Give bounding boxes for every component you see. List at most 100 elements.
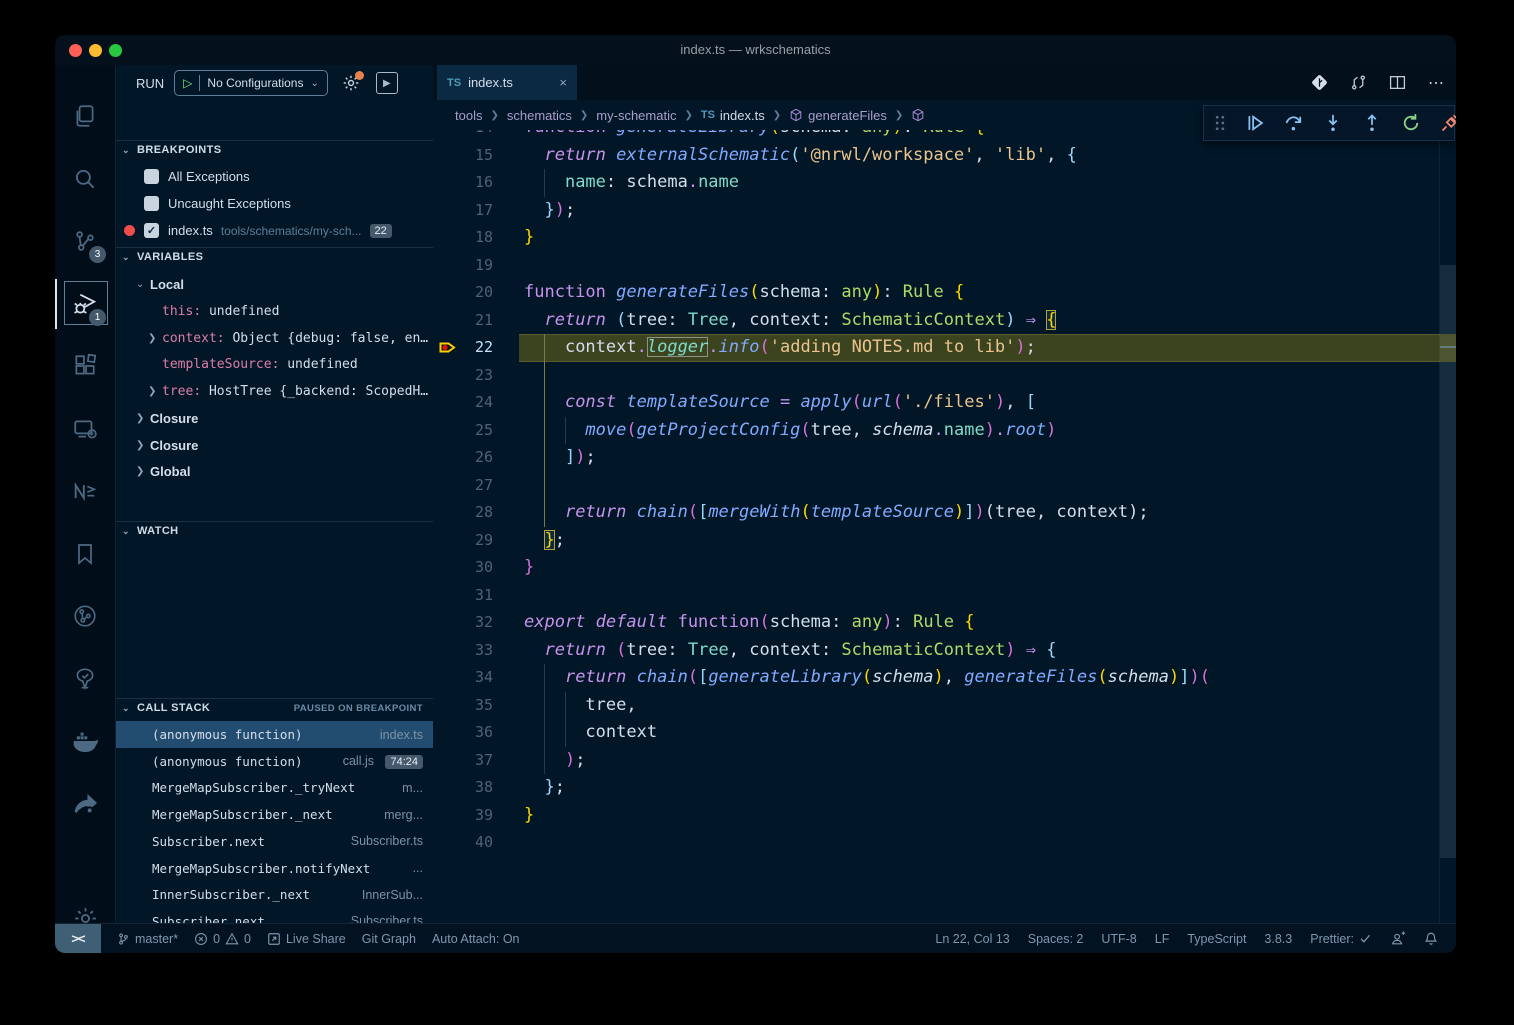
line-number[interactable]: 38 [433, 774, 493, 802]
code-line-22[interactable]: 22 context.logger.info('adding NOTES.md … [433, 334, 1456, 362]
activity-item-docker[interactable] [55, 713, 115, 769]
breadcrumb-item[interactable]: tools [455, 108, 482, 123]
code-line-20[interactable]: 20function generateFiles(schema: any): R… [433, 279, 1456, 307]
breakpoint-checkbox[interactable] [144, 196, 159, 211]
activity-item-git-graph[interactable] [55, 588, 115, 644]
drag-handle-icon[interactable] [1214, 115, 1226, 131]
status-item-0-0[interactable]: 00 [194, 932, 251, 946]
variable-tree[interactable]: ❯tree: HostTree {_backend: ScopedH… [116, 378, 433, 405]
line-number[interactable]: 24 [433, 389, 493, 417]
status-item-lf[interactable]: LF [1155, 932, 1170, 946]
editor-scrollbar[interactable] [1440, 130, 1456, 923]
code-line-30[interactable]: 30} [433, 554, 1456, 582]
code-line-40[interactable]: 40 [433, 829, 1456, 857]
line-number[interactable]: 31 [433, 582, 493, 610]
activity-item-extensions[interactable] [55, 338, 115, 394]
breakpoint-item[interactable]: ✓index.tstools/schematics/my-sch...22 [116, 217, 433, 244]
code-line-39[interactable]: 39} [433, 802, 1456, 830]
line-number[interactable]: 16 [433, 169, 493, 197]
remote-indicator[interactable]: >< [55, 924, 101, 954]
line-number[interactable]: 17 [433, 197, 493, 225]
variables-section-header[interactable]: ⌄VARIABLES [116, 247, 433, 266]
launch-config-dropdown[interactable]: ▷ No Configurations ⌄ [174, 70, 328, 96]
line-number[interactable]: 14 [433, 130, 493, 142]
line-number[interactable]: 26 [433, 444, 493, 472]
line-number[interactable]: 23 [433, 362, 493, 390]
code-line-28[interactable]: 28 return chain([mergeWith(templateSourc… [433, 499, 1456, 527]
activity-item-remote-explorer[interactable] [55, 401, 115, 457]
breakpoint-item[interactable]: All Exceptions [116, 163, 433, 190]
zoom-window-button[interactable] [109, 44, 122, 57]
variables-scope-local[interactable]: ⌄Local [116, 271, 433, 298]
breakpoint-item[interactable]: Uncaught Exceptions [116, 190, 433, 217]
status-item-prettier-[interactable]: Prettier: [1310, 932, 1372, 946]
status-item-3-8-3[interactable]: 3.8.3 [1264, 932, 1292, 946]
step-out-button[interactable] [1362, 113, 1382, 133]
debug-current-line-breakpoint-icon[interactable] [439, 340, 456, 355]
code-line-26[interactable]: 26 ]); [433, 444, 1456, 472]
code-editor[interactable]: 14function generateLibrary(schema: any):… [433, 130, 1456, 923]
status-item-spaces-2[interactable]: Spaces: 2 [1028, 932, 1084, 946]
line-number[interactable]: 32 [433, 609, 493, 637]
code-line-31[interactable]: 31 [433, 582, 1456, 610]
status-item-utf-8[interactable]: UTF-8 [1101, 932, 1136, 946]
breadcrumb-item[interactable] [911, 108, 930, 122]
breakpoint-checkbox[interactable]: ✓ [144, 223, 159, 238]
line-number[interactable]: 18 [433, 224, 493, 252]
compare-changes-icon[interactable] [1350, 74, 1367, 91]
code-line-23[interactable]: 23 [433, 362, 1456, 390]
activity-item-bookmarks[interactable] [55, 526, 115, 582]
line-number[interactable]: 27 [433, 472, 493, 500]
stack-frame[interactable]: MergeMapSubscriber._tryNextm... [116, 774, 433, 801]
code-line-29[interactable]: 29 }; [433, 527, 1456, 555]
breadcrumb-item[interactable]: schematics [507, 108, 572, 123]
code-line-16[interactable]: 16 name: schema.name [433, 169, 1456, 197]
stack-frame[interactable]: (anonymous function)call.js 74:24 [116, 748, 433, 775]
open-changes-icon[interactable] [1311, 74, 1328, 91]
stack-frame[interactable]: (anonymous function)index.ts [116, 721, 433, 748]
activity-item-nx-console[interactable] [55, 463, 115, 519]
debug-console-button[interactable]: ▶ [376, 72, 398, 94]
status-item-typescript[interactable]: TypeScript [1187, 932, 1246, 946]
start-debug-icon[interactable]: ▷ [183, 76, 192, 90]
call-stack-section-header[interactable]: ⌄CALL STACKPAUSED ON BREAKPOINT [116, 698, 433, 717]
code-line-36[interactable]: 36 context [433, 719, 1456, 747]
code-line-38[interactable]: 38 }; [433, 774, 1456, 802]
line-number[interactable]: 19 [433, 252, 493, 280]
status-item-ln-22-col-13[interactable]: Ln 22, Col 13 [935, 932, 1009, 946]
variable-templateSource[interactable]: templateSource: undefined [116, 351, 433, 378]
line-number[interactable]: 33 [433, 637, 493, 665]
code-line-35[interactable]: 35 tree, [433, 692, 1456, 720]
line-number[interactable]: 20 [433, 279, 493, 307]
activity-item-deploy[interactable] [55, 776, 115, 832]
line-number[interactable]: 25 [433, 417, 493, 445]
line-number[interactable]: 37 [433, 747, 493, 775]
code-line-34[interactable]: 34 return chain([generateLibrary(schema)… [433, 664, 1456, 692]
stack-frame[interactable]: InnerSubscriber._nextInnerSub... [116, 881, 433, 908]
split-editor-icon[interactable] [1389, 74, 1406, 91]
line-number[interactable]: 36 [433, 719, 493, 747]
code-line-21[interactable]: 21 return (tree: Tree, context: Schemati… [433, 307, 1456, 335]
variable-context[interactable]: ❯context: Object {debug: false, en… [116, 325, 433, 352]
variable-this[interactable]: this: undefined [116, 298, 433, 325]
line-number[interactable]: 39 [433, 802, 493, 830]
close-window-button[interactable] [69, 44, 82, 57]
code-line-33[interactable]: 33 return (tree: Tree, context: Schemati… [433, 637, 1456, 665]
code-line-17[interactable]: 17 }); [433, 197, 1456, 225]
close-tab-icon[interactable]: × [559, 75, 567, 90]
breakpoint-checkbox[interactable] [144, 169, 159, 184]
line-number[interactable]: 28 [433, 499, 493, 527]
breakpoints-section-header[interactable]: ⌄BREAKPOINTS [116, 140, 433, 159]
stack-frame[interactable]: MergeMapSubscriber._nextmerg... [116, 801, 433, 828]
code-line-25[interactable]: 25 move(getProjectConfig(tree, schema.na… [433, 417, 1456, 445]
continue-button[interactable] [1245, 113, 1265, 133]
status-item-master-[interactable]: master* [117, 932, 178, 946]
code-line-27[interactable]: 27 [433, 472, 1456, 500]
watch-section-header[interactable]: ⌄WATCH [116, 521, 433, 540]
step-into-button[interactable] [1323, 113, 1343, 133]
minimize-window-button[interactable] [89, 44, 102, 57]
line-number[interactable]: 34 [433, 664, 493, 692]
line-number[interactable]: 15 [433, 142, 493, 170]
activity-item-search[interactable] [55, 151, 115, 207]
variables-scope-closure-1[interactable]: ❯Closure [116, 432, 433, 459]
